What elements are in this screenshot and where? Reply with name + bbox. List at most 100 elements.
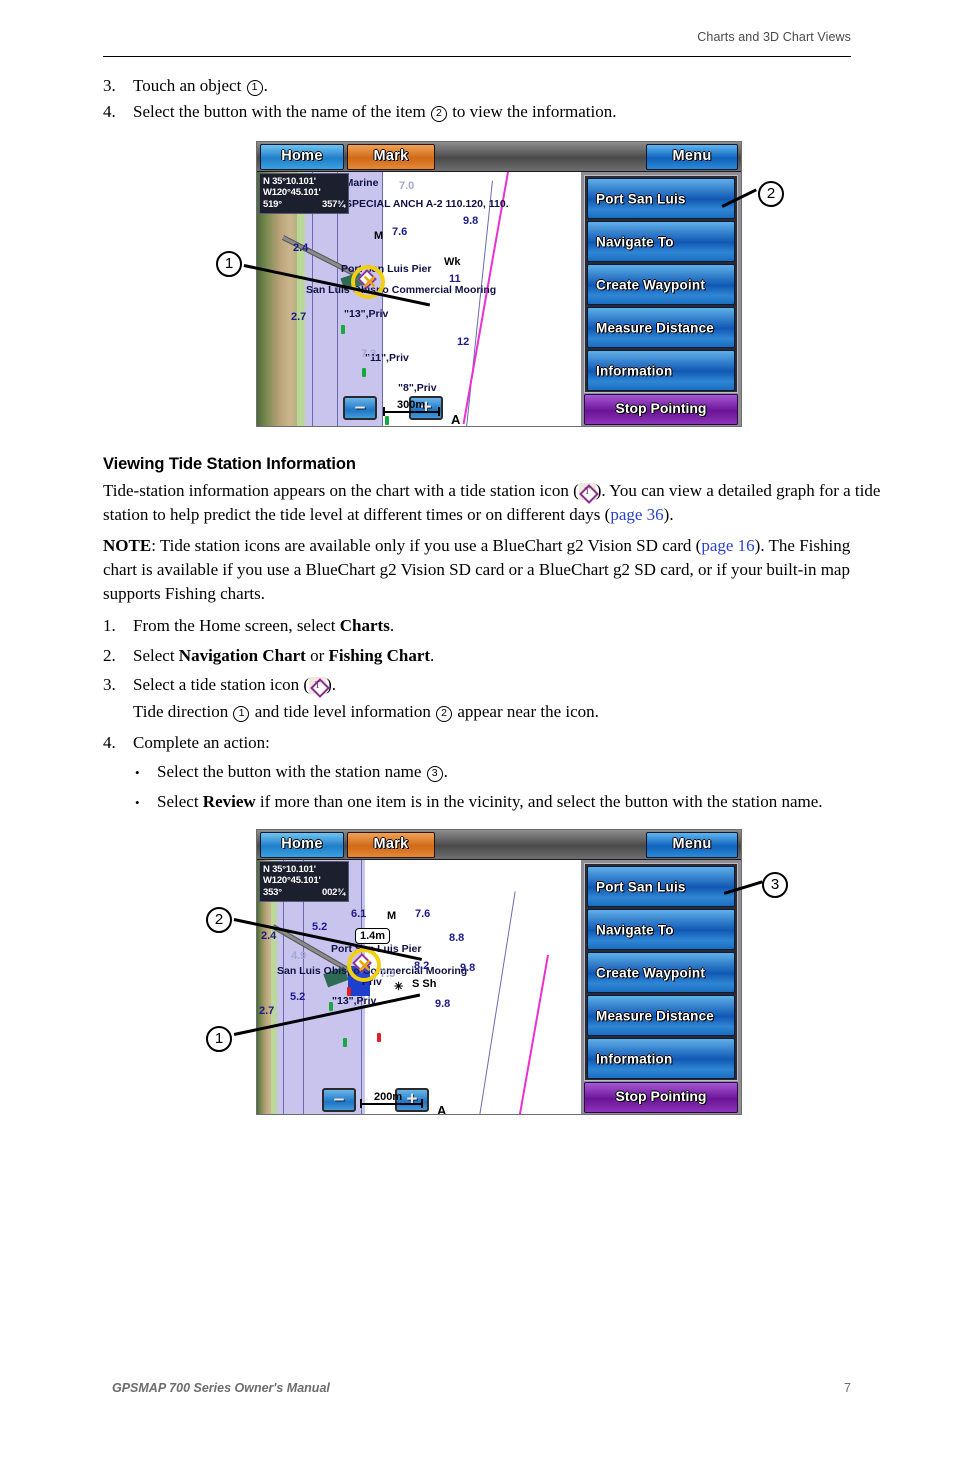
depth-value: 7.0	[399, 180, 415, 192]
context-menu-panel-1: Port San Luis Navigate To Create Waypoin…	[581, 172, 741, 426]
stop-pointing-button[interactable]: Stop Pointing	[584, 394, 738, 425]
menu-item-information[interactable]: Information	[587, 1038, 735, 1079]
depth-value: 2.7	[291, 311, 307, 323]
scale-bar-cap	[421, 1099, 423, 1108]
chart-map-canvas-2[interactable]: Port San Luis Pier San Luis Obispo Comme…	[257, 860, 583, 1114]
menu-item-port-san-luis[interactable]: Port San Luis	[587, 178, 735, 219]
depth-value: 8.8	[449, 932, 465, 944]
bullet-marker: •	[135, 765, 140, 780]
note-paragraph: NOTE: Tide station icons are available o…	[103, 534, 881, 606]
depth-value: 9.8	[463, 215, 479, 227]
context-menu-button-group-1: Port San Luis Navigate To Create Waypoin…	[584, 175, 738, 393]
menu-button[interactable]: Menu	[646, 832, 738, 858]
menu-item-measure-distance[interactable]: Measure Distance	[587, 307, 735, 348]
step-number: 1.	[103, 616, 116, 635]
mark-button[interactable]: Mark	[347, 144, 435, 170]
menu-item-navigate-to[interactable]: Navigate To	[587, 221, 735, 262]
step1-text-a: From the Home screen, select	[133, 616, 340, 635]
figure2-callout-3: 3	[762, 872, 788, 898]
step-number: 4.	[103, 102, 116, 122]
home-button[interactable]: Home	[260, 144, 344, 170]
figure2-callout-1-label: 1	[214, 1030, 224, 1047]
step-number: 3.	[103, 76, 116, 95]
zoom-out-button[interactable]: –	[322, 1088, 356, 1112]
depth-value: 7.3	[361, 348, 377, 360]
heading-value: 353°	[263, 887, 282, 898]
home-button[interactable]: Home	[260, 832, 344, 858]
depth-value: 2.4	[261, 930, 277, 942]
speed-value: 357¾	[322, 199, 345, 210]
buoy-marker	[362, 368, 366, 377]
procedure-step-3: 3. Select a tide station icon (T).	[103, 673, 863, 699]
figure-callout-2: 2	[758, 181, 784, 207]
scale-label: 200m	[374, 1091, 403, 1103]
depth-contour	[479, 891, 516, 1114]
menu-button[interactable]: Menu	[646, 144, 738, 170]
figure-callout-1: 1	[216, 251, 242, 277]
substep-text-c: appear near the icon.	[453, 702, 599, 721]
depth-value: 12	[457, 336, 470, 348]
step1-text-b: .	[389, 616, 395, 635]
procedure-step-3-substep: Tide direction 1 and tide level informat…	[133, 702, 873, 722]
depth-contour	[382, 172, 383, 426]
step2-text-mid: or	[305, 646, 329, 665]
tide-level-bubble: 1.4m	[355, 928, 391, 944]
bullet-text: Select the button with the station name …	[157, 760, 865, 784]
depth-value: 9.8	[435, 998, 451, 1010]
home-button-label: Home	[281, 836, 323, 852]
figure-callout-2-label: 2	[766, 185, 776, 202]
list-item: 3. Touch an object 1.	[103, 74, 863, 98]
section-intro-paragraph: Tide-station information appears on the …	[103, 479, 881, 527]
list-item: • Select Review if more than one item is…	[135, 790, 865, 814]
page-36-link[interactable]: page 36	[610, 505, 663, 524]
coordinates-box-1: N 35°10.101' W120°45.101' 519° 357¾	[259, 173, 349, 214]
stop-pointing-button[interactable]: Stop Pointing	[584, 1082, 738, 1113]
zoom-out-button[interactable]: –	[343, 396, 377, 420]
bullet1-text-b: .	[443, 762, 448, 781]
menu-item-port-san-luis[interactable]: Port San Luis	[587, 866, 735, 907]
menu-item-label: Create Waypoint	[596, 965, 706, 980]
map-label: "13",Priv	[344, 308, 389, 320]
bullet2-text-a: Select	[157, 792, 203, 812]
menu-item-label: Measure Distance	[596, 1008, 715, 1023]
step-number: 3.	[103, 675, 116, 694]
context-menu-button-group-2: Port San Luis Navigate To Create Waypoin…	[584, 863, 738, 1081]
mark-button-label: Mark	[373, 836, 409, 852]
longitude-value: W120°45.101'	[263, 875, 321, 886]
menu-item-label: Port San Luis	[596, 191, 686, 206]
zoom-out-glyph: –	[333, 1089, 345, 1110]
gps-device-screenshot-2: Home Mark Menu Port San Luis Pier San Lu…	[256, 829, 742, 1115]
depth-value: 6.1	[351, 908, 367, 920]
bullet-marker: •	[135, 795, 140, 811]
menu-item-create-waypoint[interactable]: Create Waypoint	[587, 952, 735, 993]
buoy-marker	[377, 1033, 381, 1042]
step-text: Complete an action:	[133, 733, 270, 752]
menu-item-navigate-to[interactable]: Navigate To	[587, 909, 735, 950]
scale-bar	[360, 1103, 422, 1105]
mark-button[interactable]: Mark	[347, 832, 435, 858]
menu-item-label: Navigate To	[596, 922, 674, 937]
map-symbol-asterisk: ✳	[394, 981, 404, 993]
depth-value: 7.6	[415, 908, 431, 920]
inline-callout-2: 2	[436, 706, 453, 722]
bullet1-text-a: Select the button with the station name	[157, 762, 426, 781]
home-button-label: Home	[281, 148, 323, 164]
menu-item-information[interactable]: Information	[587, 350, 735, 391]
menu-item-create-waypoint[interactable]: Create Waypoint	[587, 264, 735, 305]
list-item: 3. Select a tide station icon (T).	[103, 673, 863, 698]
zoom-out-glyph: –	[354, 397, 366, 418]
buoy-marker	[343, 1038, 347, 1047]
chart-map-canvas-1[interactable]: rt Side Marine SPECIAL ANCH A-2 110.120,…	[257, 172, 583, 426]
cursor-x-marker: ✕	[357, 956, 373, 976]
page-16-link[interactable]: page 16	[701, 536, 754, 555]
step2-text-a: Select	[133, 646, 179, 665]
scale-label: 300m	[397, 399, 426, 411]
menu-item-measure-distance[interactable]: Measure Distance	[587, 995, 735, 1036]
step3-text-a: Select a tide station icon (	[133, 675, 310, 694]
list-item: • Select the button with the station nam…	[135, 760, 865, 784]
depth-value: 5.2	[290, 991, 306, 1003]
list-item: 1. From the Home screen, select Charts.	[103, 614, 863, 638]
list-item: 4. Complete an action:	[103, 731, 863, 755]
step-text: Select the button with the name of the i…	[133, 100, 863, 124]
menu-item-label: Measure Distance	[596, 320, 715, 335]
